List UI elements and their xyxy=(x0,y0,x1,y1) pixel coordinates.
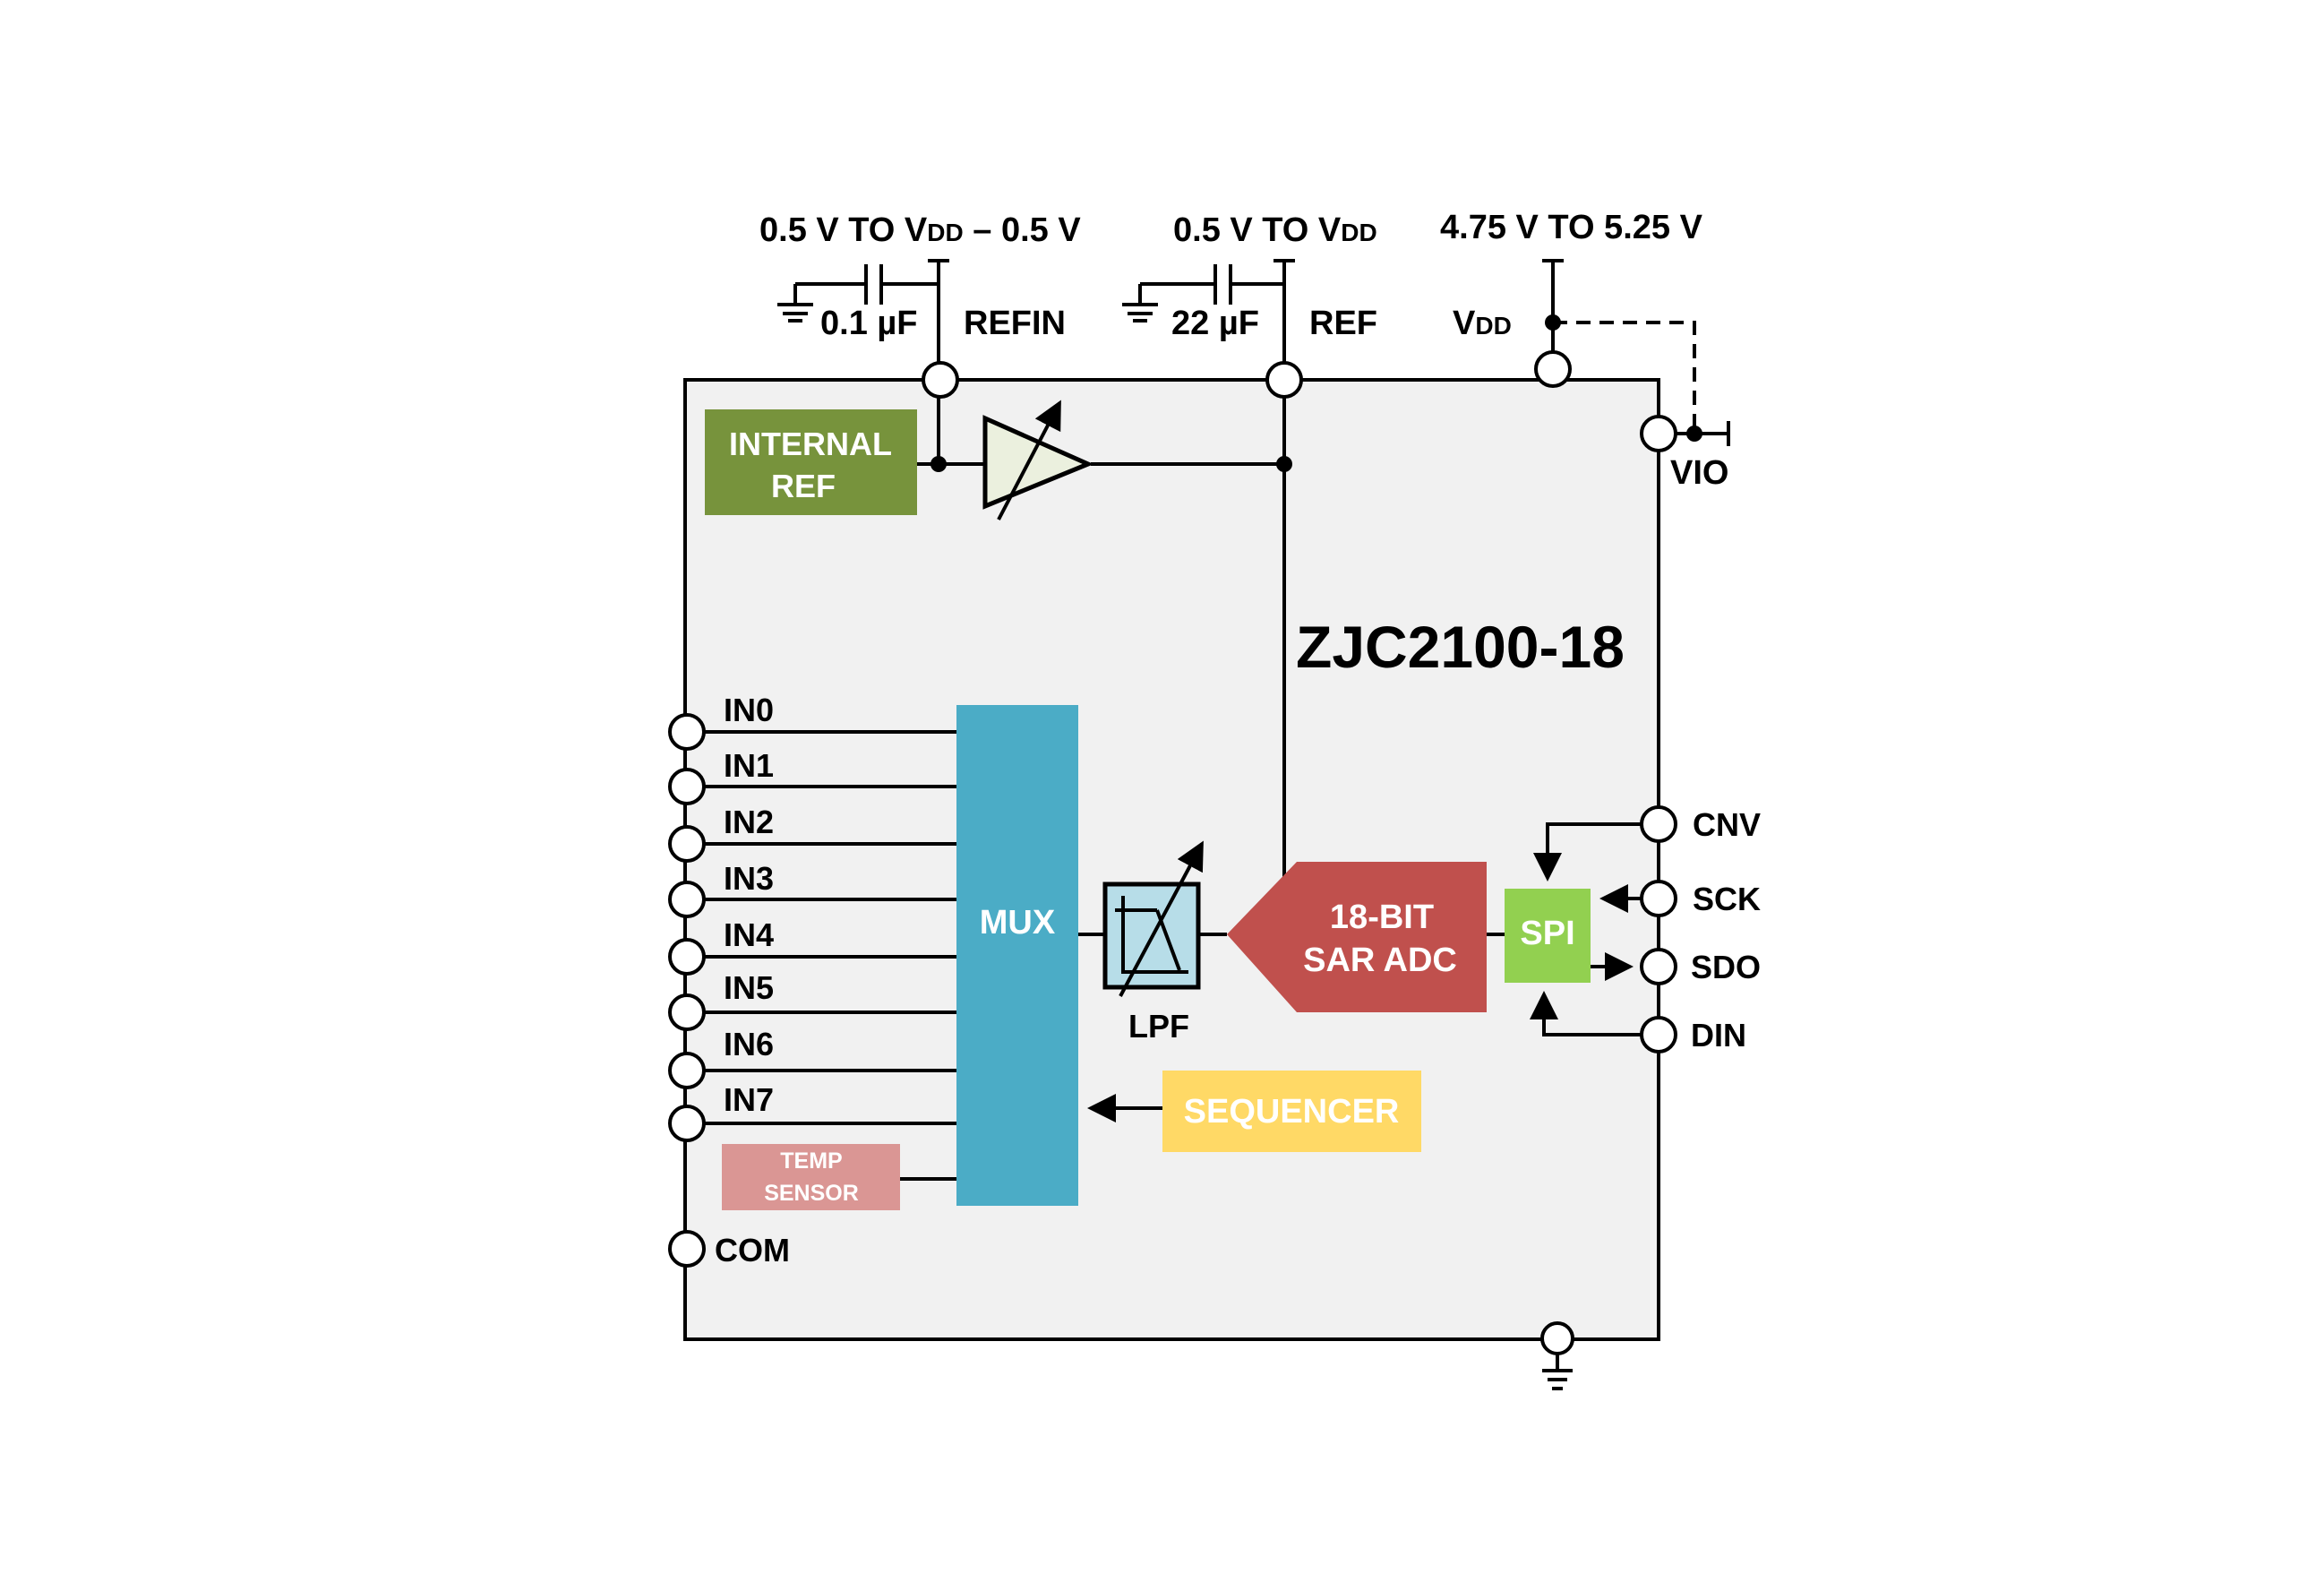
pin-ref xyxy=(1265,361,1303,399)
ref-range-label: 0.5 V TO VDD xyxy=(1173,211,1377,249)
internal-ref-block: INTERNAL REF xyxy=(705,409,917,515)
svg-text:SENSOR: SENSOR xyxy=(764,1181,859,1206)
svg-text:CNV: CNV xyxy=(1693,806,1761,843)
svg-text:18-BIT: 18-BIT xyxy=(1330,899,1434,936)
svg-text:REF: REF xyxy=(771,468,836,504)
pin-cnv: CNV xyxy=(1640,805,1761,843)
svg-text:IN6: IN6 xyxy=(724,1026,774,1062)
svg-text:SEQUENCER: SEQUENCER xyxy=(1184,1093,1400,1131)
junction-dot xyxy=(1276,456,1292,472)
svg-text:IN1: IN1 xyxy=(724,747,774,784)
ground-icon xyxy=(1122,303,1158,322)
svg-text:COM: COM xyxy=(715,1232,790,1268)
mux-block: MUX xyxy=(956,705,1078,1206)
block-diagram: 0.5 V TO VDD – 0.5 V 0.5 V TO VDD 4.75 V… xyxy=(668,209,1761,1390)
vdd-pin-label: VDD xyxy=(1453,305,1512,342)
pin-com: COM xyxy=(668,1230,790,1268)
svg-text:SPI: SPI xyxy=(1520,915,1574,952)
svg-text:INTERNAL: INTERNAL xyxy=(729,426,892,462)
junction-dot xyxy=(1686,426,1702,442)
svg-text:IN5: IN5 xyxy=(724,969,774,1006)
svg-text:IN2: IN2 xyxy=(724,804,774,840)
pin-vio xyxy=(1640,415,1677,452)
refin-range-label: 0.5 V TO VDD – 0.5 V xyxy=(759,211,1081,249)
svg-text:SCK: SCK xyxy=(1693,881,1761,917)
pin-refin xyxy=(922,361,959,399)
pin-sdo: SDO xyxy=(1640,948,1761,985)
refin-pin-label: REFIN xyxy=(964,305,1066,342)
ref-pin-label: REF xyxy=(1309,305,1377,342)
vio-pin-label: VIO xyxy=(1670,454,1728,492)
refin-capacitor-network: 0.1 µF REFIN xyxy=(777,259,1066,365)
spi-block: SPI xyxy=(1505,889,1591,983)
pin-sck: SCK xyxy=(1640,880,1761,917)
pin-gnd xyxy=(1540,1321,1574,1390)
lpf-label: LPF xyxy=(1128,1008,1189,1045)
ref-cap-value: 22 µF xyxy=(1171,305,1259,342)
svg-text:SAR ADC: SAR ADC xyxy=(1303,942,1457,979)
ground-icon xyxy=(777,303,813,322)
svg-text:IN3: IN3 xyxy=(724,860,774,897)
svg-text:SDO: SDO xyxy=(1691,949,1761,985)
svg-text:IN4: IN4 xyxy=(724,916,774,953)
pin-vdd xyxy=(1534,350,1572,388)
refin-cap-value: 0.1 µF xyxy=(820,305,918,342)
svg-text:TEMP: TEMP xyxy=(780,1148,842,1174)
ref-capacitor-network: 22 µF REF xyxy=(1122,259,1377,365)
part-number-title: ZJC2100-18 xyxy=(1296,614,1625,680)
pin-din: DIN xyxy=(1640,1016,1746,1054)
svg-text:IN0: IN0 xyxy=(724,692,774,728)
svg-text:MUX: MUX xyxy=(980,904,1056,942)
junction-dot xyxy=(930,456,947,472)
svg-text:IN7: IN7 xyxy=(724,1081,774,1118)
ground-icon xyxy=(1542,1369,1573,1390)
vdd-range-label: 4.75 V TO 5.25 V xyxy=(1440,209,1703,246)
svg-text:DIN: DIN xyxy=(1691,1017,1746,1054)
